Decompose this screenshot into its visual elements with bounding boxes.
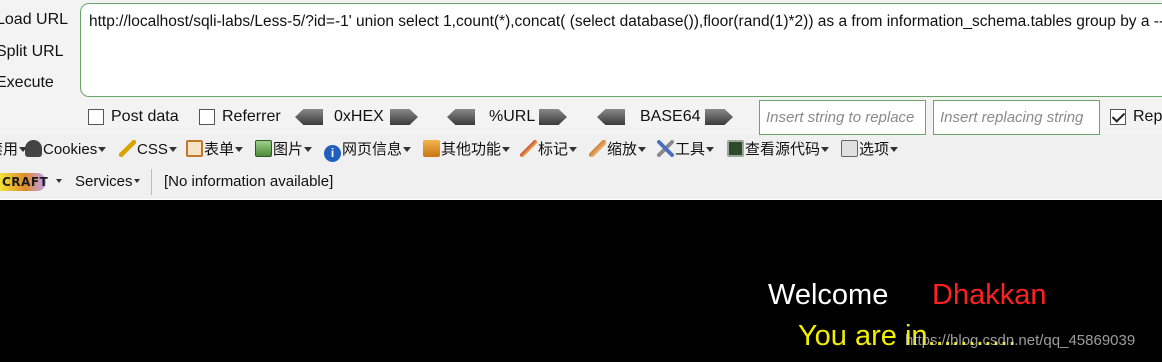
toolbar-tools-menu[interactable]: 工具 [657, 140, 715, 160]
url-textarea[interactable]: http://localhost/sqli-labs/Less-5/?id=-1… [80, 3, 1162, 97]
chevron-down-icon [168, 147, 177, 152]
toolbar-tools-label: 工具 [675, 141, 706, 158]
username-text: Dhakkan [932, 279, 1047, 311]
execute-button[interactable]: Execute [0, 69, 78, 97]
toolbar-css-label: CSS [137, 141, 168, 158]
css-wand-icon [119, 140, 136, 157]
craft-logo: CRAFT [0, 173, 49, 191]
referrer-label: Referrer [222, 108, 281, 125]
url-label: %URL [489, 108, 536, 125]
watermark-text: https://blog.csdn.net/qq_45869039 [905, 332, 1136, 349]
chevron-down-icon [821, 147, 830, 152]
base64-encode-arrow-icon[interactable] [705, 109, 733, 125]
toolbar-outline-menu[interactable]: 标记 [520, 140, 578, 160]
toolbar-cookies-label: Cookies [43, 141, 98, 158]
cookie-icon [25, 140, 42, 157]
chevron-down-icon [638, 147, 647, 152]
find-string-input[interactable]: Insert string to replace [759, 100, 926, 135]
hex-encode-arrow-icon[interactable] [390, 109, 418, 125]
chevron-down-icon[interactable] [56, 179, 62, 183]
status-bar: CRAFT Services [No information available… [0, 166, 1162, 199]
services-label: Services [75, 173, 133, 190]
toolbar-css-menu[interactable]: CSS [119, 140, 177, 160]
toolbar-outline-label: 标记 [538, 141, 569, 158]
url-encoder: %URL [447, 109, 572, 127]
services-menu[interactable]: Services [75, 173, 140, 191]
tools-icon [657, 140, 674, 157]
base64-label: BASE64 [640, 108, 701, 125]
toolbar-forms-menu[interactable]: 表单 [186, 140, 244, 160]
view-source-icon [727, 140, 744, 157]
toolbar-options-label: 选项 [859, 141, 890, 158]
base64-decode-arrow-icon[interactable] [597, 109, 625, 125]
toolbar-options-menu[interactable]: 选项 [841, 140, 899, 160]
toolbar-disable-menu[interactable]: 禁用 [0, 140, 28, 160]
base64-encoder: BASE64 [597, 109, 737, 127]
chevron-down-icon [502, 147, 511, 152]
options-icon [841, 140, 858, 157]
toolbar-page-info-menu[interactable]: i 网页信息 [324, 140, 412, 162]
chevron-down-icon [98, 147, 107, 152]
hex-encoder: 0xHEX [295, 109, 420, 127]
replace-all-checkbox[interactable] [1110, 109, 1126, 125]
page-content: Welcome Dhakkan You are in........... ht… [0, 200, 1162, 362]
hex-decode-arrow-icon[interactable] [295, 109, 323, 125]
toolbar-images-label: 图片 [273, 141, 304, 158]
chevron-down-icon [403, 147, 412, 152]
hackbar-options-row: Post data Referrer 0xHEX %URL BASE64 Ins… [0, 100, 1162, 135]
form-icon [186, 140, 203, 157]
hackbar-side-buttons: Load URL Split URL Execute [0, 0, 80, 100]
split-url-button[interactable]: Split URL [0, 38, 78, 66]
toolbar-cookies-menu[interactable]: Cookies [25, 140, 107, 160]
status-info-text: [No information available] [164, 173, 334, 190]
info-icon: i [324, 145, 341, 162]
resize-icon [589, 140, 606, 157]
status-divider [151, 169, 152, 195]
post-data-checkbox[interactable] [88, 109, 104, 125]
load-url-button[interactable]: Load URL [0, 6, 78, 34]
chevron-down-icon [890, 147, 899, 152]
toolbar-resize-label: 缩放 [607, 141, 638, 158]
web-developer-toolbar: 禁用 Cookies CSS 表单 图片 i网页信息 其他功能 标记 缩放 工具… [0, 135, 1162, 166]
chevron-down-icon [133, 179, 140, 183]
toolbar-misc-menu[interactable]: 其他功能 [423, 140, 511, 160]
hackbar-panel: Load URL Split URL Execute http://localh… [0, 0, 1162, 100]
url-decode-arrow-icon[interactable] [447, 109, 475, 125]
chevron-down-icon [706, 147, 715, 152]
chevron-down-icon [304, 147, 313, 152]
toolbar-forms-label: 表单 [204, 141, 235, 158]
url-encode-arrow-icon[interactable] [539, 109, 567, 125]
toolbar-misc-label: 其他功能 [441, 141, 502, 158]
toolbar-view-source-label: 查看源代码 [745, 141, 821, 158]
misc-icon [423, 140, 440, 157]
post-data-label: Post data [111, 108, 179, 125]
hex-label: 0xHEX [334, 108, 384, 125]
toolbar-images-menu[interactable]: 图片 [255, 140, 313, 160]
toolbar-view-source-menu[interactable]: 查看源代码 [727, 140, 830, 160]
toolbar-resize-menu[interactable]: 缩放 [589, 140, 647, 160]
referrer-checkbox[interactable] [199, 109, 215, 125]
chevron-down-icon [569, 147, 578, 152]
highlight-pen-icon [520, 140, 537, 157]
chevron-down-icon [235, 147, 244, 152]
toolbar-page-info-label: 网页信息 [342, 141, 403, 158]
replace-string-input[interactable]: Insert replacing string [933, 100, 1100, 135]
toolbar-disable-label: 禁用 [0, 141, 19, 158]
image-icon [255, 140, 272, 157]
replace-all-label: Replace All [1133, 108, 1162, 125]
welcome-text: Welcome [768, 279, 889, 311]
